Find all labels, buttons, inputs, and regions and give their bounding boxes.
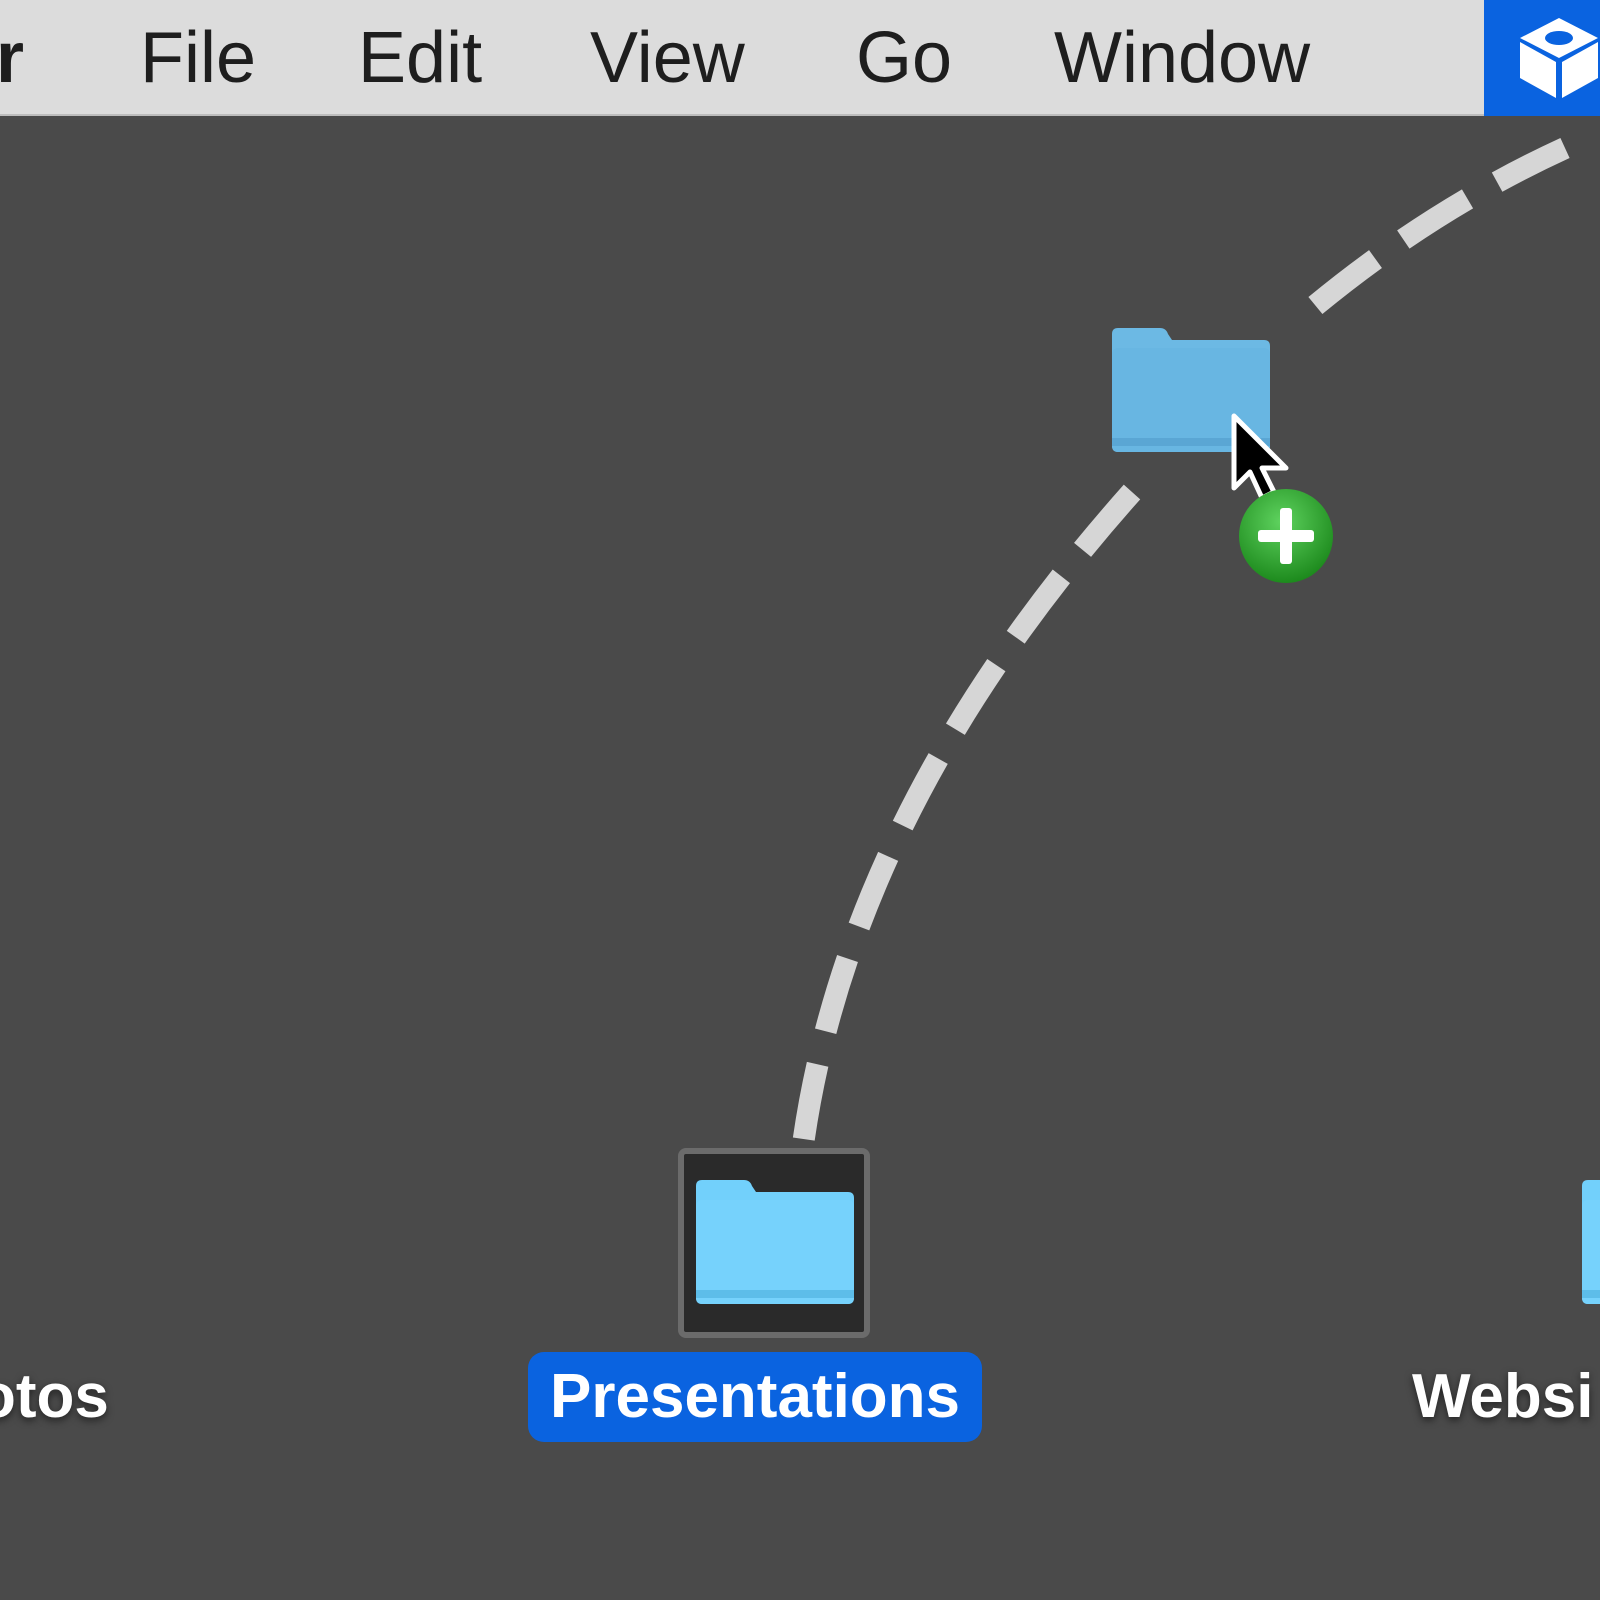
icon-label-presentations[interactable]: Presentations xyxy=(528,1352,983,1442)
folder-icon[interactable] xyxy=(692,1178,856,1306)
plus-badge-icon xyxy=(1239,489,1333,583)
desktop-screen: er File Edit View Go Window xyxy=(0,0,1600,1600)
icon-label-photos[interactable]: otos xyxy=(0,1352,109,1442)
folder-icon[interactable] xyxy=(1578,1178,1600,1306)
icon-label-websites[interactable]: Websi xyxy=(1412,1352,1593,1442)
